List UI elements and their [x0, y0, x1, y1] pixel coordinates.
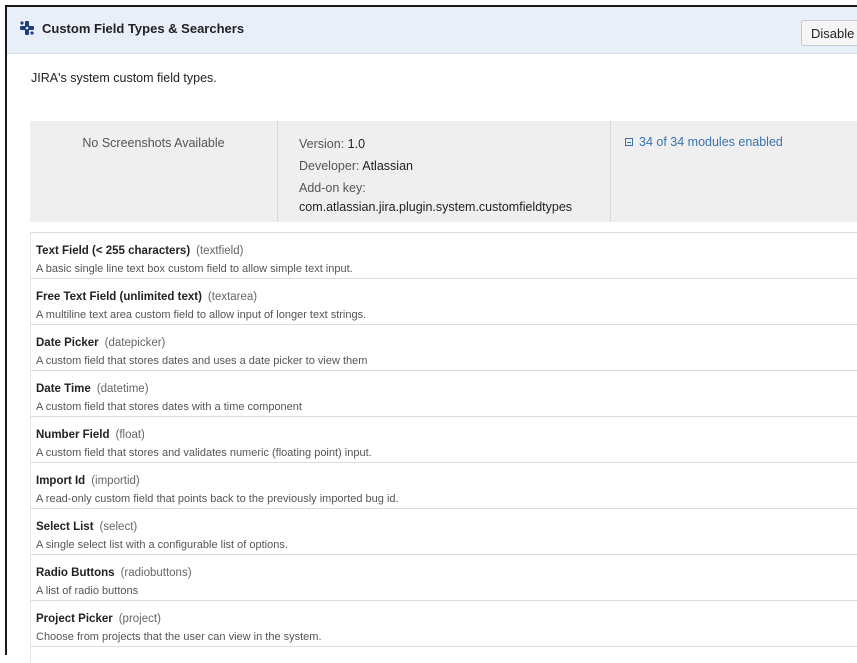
module-name: Free Text Field (unlimited text) — [36, 291, 202, 303]
list-item: Date Picker (datepicker) A custom field t… — [31, 325, 857, 371]
developer-label: Developer: — [299, 159, 360, 173]
plugin-title: Custom Field Types & Searchers — [42, 21, 245, 36]
version-value: 1.0 — [347, 137, 366, 151]
modules-count: 34 of 34 modules enabled — [639, 135, 783, 149]
module-key: (textfield) — [196, 245, 244, 257]
list-item: Free Text Field (unlimited text) (textare… — [31, 279, 857, 325]
module-name: Number Field — [36, 429, 110, 441]
module-name: Radio Buttons — [36, 567, 115, 579]
plugin-info-box: No Screenshots Available Version: 1.0 De… — [30, 121, 857, 222]
list-item: Project Picker (project) Choose from proj… — [31, 601, 857, 647]
developer-row: Developer: Atlassian — [299, 157, 610, 176]
module-name: Text Field (< 255 characters) — [36, 245, 191, 257]
screenshots-placeholder: No Screenshots Available — [30, 121, 278, 222]
developer-value: Atlassian — [362, 159, 413, 173]
list-item: Date Time (datetime) A custom field that … — [31, 371, 857, 417]
module-key: (textarea) — [207, 291, 258, 303]
plugin-puzzle-icon — [19, 20, 35, 36]
module-description: A custom field that stores and validates… — [36, 447, 372, 459]
addon-key-value: com.atlassian.jira.plugin.system.customf… — [299, 200, 573, 214]
version-row: Version: 1.0 — [299, 135, 610, 154]
module-key: (select) — [99, 521, 138, 533]
version-label: Version: — [299, 137, 345, 151]
module-key: (project) — [118, 613, 161, 625]
module-key: (importid) — [91, 475, 140, 487]
list-item: Radio Buttons (radiobuttons) A list of ra… — [31, 555, 857, 601]
list-item: Text Field (< 255 characters) (textfield)… — [31, 233, 857, 279]
module-name: Import Id — [36, 475, 86, 487]
plugin-description: JIRA's system custom field types. — [31, 71, 217, 85]
module-key: (datepicker) — [104, 337, 166, 349]
module-name: Date Time — [36, 383, 91, 395]
module-name: Select List — [36, 521, 94, 533]
plugin-metadata: Version: 1.0 Developer: Atlassian Add-on… — [278, 121, 611, 222]
module-description: A custom field that stores dates with a … — [36, 401, 302, 413]
module-description: A single select list with a configurable… — [36, 539, 288, 551]
module-key: (radiobuttons) — [120, 567, 192, 579]
modules-summary: 34 of 34 modules enabled — [611, 121, 783, 222]
module-list: Text Field (< 255 characters) (textfield)… — [30, 232, 857, 663]
module-description: A multiline text area custom field to al… — [36, 309, 367, 321]
module-name: Date Picker — [36, 337, 99, 349]
module-description: A list of radio buttons — [36, 585, 139, 597]
collapse-icon — [625, 138, 633, 146]
list-item: Number Field (float) A custom field that … — [31, 417, 857, 463]
modules-toggle-link[interactable]: 34 of 34 modules enabled — [625, 135, 783, 149]
module-description: Choose from projects that the user can v… — [36, 631, 322, 643]
list-item: Select List (select) A single select list… — [31, 509, 857, 555]
module-name: Project Picker — [36, 613, 113, 625]
module-key: (float) — [115, 429, 145, 441]
disable-button[interactable]: Disable — [801, 20, 857, 46]
plugin-panel: Custom Field Types & Searchers Disable J… — [5, 5, 857, 663]
addon-key-label: Add-on key: — [299, 181, 366, 195]
module-key: (datetime) — [96, 383, 149, 395]
module-description: A custom field that stores dates and use… — [36, 355, 368, 367]
list-item: Import Id (importid) A read-only custom f… — [31, 463, 857, 509]
plugin-header: Custom Field Types & Searchers Disable — [7, 7, 857, 54]
module-description: A basic single line text box custom fiel… — [36, 263, 353, 275]
module-description: A read-only custom field that points bac… — [36, 493, 399, 505]
